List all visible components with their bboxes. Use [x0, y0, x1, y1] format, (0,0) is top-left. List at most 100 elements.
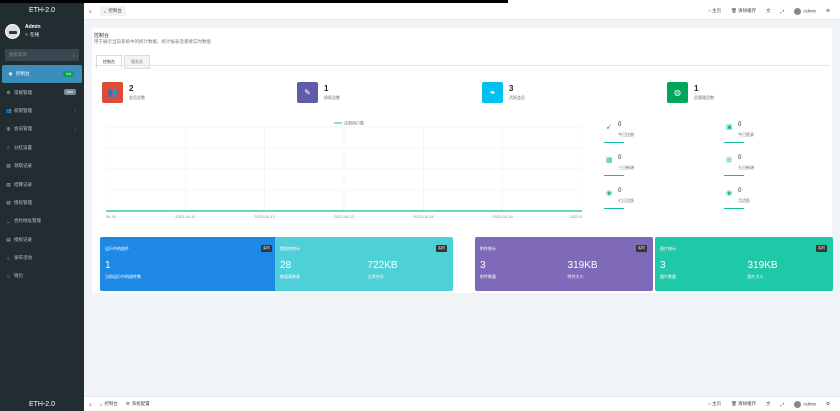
quick-stat-underline: [724, 208, 744, 209]
quick-stat-label: 今日登录: [738, 132, 754, 137]
fullscreen-icon[interactable]: ⤢: [781, 402, 785, 407]
registration-chart: 04-10 2023-04-11 2023-04-12 2023-04-13 2023-…: [106, 120, 582, 219]
search-input[interactable]: 搜索菜单 ⌕: [5, 49, 79, 61]
circle-icon: ○: [7, 145, 10, 151]
clear-cache-button[interactable]: 🗑 清除缓存: [731, 401, 756, 407]
search-placeholder: 搜索菜单: [9, 52, 27, 57]
settings-icon[interactable]: ⚙: [826, 8, 830, 14]
tab-dashboard[interactable]: ⌂ 控制台: [99, 6, 126, 16]
quick-stat-underline: [604, 208, 624, 209]
sidebar-footer-brand: ETH-2.0: [28, 401, 56, 408]
sidebar-item[interactable]: 👥 权限管理 ‹: [0, 102, 84, 120]
quick-stat: ▦ 0 三日新增: [602, 153, 702, 177]
sidebar: ETH-2.0 Admin 在线 搜索菜单 ⌕ ◉ 控制台 hot ⚙ 常规管理 new 👥 权…: [0, 3, 84, 399]
sidebar-item-label: 结算记录: [14, 181, 32, 187]
legend-label: 注册用户数: [344, 120, 364, 126]
card-value-secondary: 319KB: [747, 260, 778, 271]
stat-box: ✎ 1 授权总数: [297, 81, 340, 103]
sidebar-item-label: 合约地址管理: [14, 218, 41, 224]
sidebar-item[interactable]: ↔ 合约地址管理: [0, 212, 84, 230]
sidebar-item[interactable]: ▤ 结算记录: [0, 175, 84, 193]
sidebar-item[interactable]: ▤ 授权管理: [0, 194, 84, 212]
pen-icon: ✎: [297, 81, 318, 103]
user-icon: ◍: [667, 81, 688, 103]
stat-box: ◍ 1 总管理员数: [667, 81, 714, 103]
users-icon: 👥: [102, 81, 123, 103]
quick-stat-underline: [724, 175, 744, 176]
stat-card: 运行中的插件 实时 1 当前运行中的插件数: [100, 237, 278, 291]
tab-system-config[interactable]: ⚙ 系统配置: [126, 401, 150, 407]
quick-stat-value: 0: [738, 188, 742, 194]
fullscreen-icon[interactable]: ⤢: [781, 9, 785, 14]
sidebar-item[interactable]: ▤ 领取记录: [0, 157, 84, 175]
quick-stat-underline: [724, 142, 744, 143]
realtime-badge: 实时: [636, 245, 647, 252]
user-menu-label: Admin: [803, 8, 816, 14]
card-value: 3: [660, 260, 666, 271]
user-icon: ◍: [6, 126, 11, 132]
sidebar-item[interactable]: ○ 钱包: [0, 267, 84, 285]
sidebar-item-label: 授权记录: [14, 236, 32, 242]
card-label-secondary: 占用空间: [367, 274, 384, 279]
translate-icon[interactable]: 文: [766, 401, 771, 407]
home-link[interactable]: ⌂ 主页: [708, 401, 721, 407]
x-tick-label: 2023-0: [570, 214, 582, 219]
tab-console[interactable]: 控制台: [96, 55, 122, 69]
clear-cache-label: 清除缓存: [738, 8, 757, 13]
tab-dashboard[interactable]: ⌂ 控制台: [100, 401, 118, 407]
x-tick-label: 2023-04-13: [334, 214, 355, 219]
search-icon[interactable]: ⌕: [72, 53, 75, 58]
chevron-left-icon: ‹: [74, 108, 77, 114]
x-tick-label: 2023-04-12: [254, 214, 275, 219]
tab-dashboard-label: 控制台: [108, 8, 122, 13]
dashboard-icon: ◉: [8, 71, 13, 77]
user-menu[interactable]: Admin: [794, 7, 816, 15]
sidebar-item[interactable]: ▤ 授权记录: [0, 231, 84, 249]
home-link-label: 主页: [712, 8, 722, 13]
sidebar-item-label: 分红设置: [14, 144, 32, 150]
stat-label: 活跃会员: [509, 94, 525, 100]
translate-icon[interactable]: 文: [766, 8, 771, 14]
hamburger-icon[interactable]: ≡: [89, 9, 92, 14]
quick-stat-value: 0: [738, 122, 742, 128]
list-icon: ▤: [6, 199, 11, 205]
logo[interactable]: ETH-2.0: [0, 3, 84, 17]
sidebar-item[interactable]: ◍ 会员管理 ‹: [0, 120, 84, 138]
realtime-badge: 实时: [261, 245, 272, 252]
tab-related[interactable]: 相关文: [124, 55, 150, 69]
quick-stat: ◉ 0 七日活跃: [602, 186, 702, 210]
clear-cache-button[interactable]: 🗑 清除缓存: [731, 8, 756, 14]
home-icon: ⌂: [103, 8, 107, 14]
quick-stat-value: 0: [618, 122, 622, 128]
online-dot-icon: [25, 33, 28, 36]
quick-stat-value: 0: [738, 155, 742, 161]
quick-stat: ◉ 0 月活跃: [722, 186, 822, 210]
user-status: 在线: [25, 32, 41, 38]
quick-stat-value: 0: [618, 188, 622, 194]
stat-label: 会员总数: [129, 94, 145, 100]
settings-icon[interactable]: ⚙: [826, 401, 830, 407]
card-label: 当前运行中的插件数: [105, 274, 141, 279]
rocket-icon: ➹: [606, 124, 612, 131]
tab-dashboard-label: 控制台: [104, 401, 118, 406]
sidebar-item[interactable]: ○ 分红设置: [0, 139, 84, 157]
quick-stat-label: 七日活跃: [618, 198, 634, 203]
user-circle-icon: ◉: [726, 190, 733, 197]
home-icon: ⌂: [99, 401, 103, 407]
quick-stat-value: 0: [618, 155, 622, 161]
dashboard-panel: 控制台 用于展示当前系统中的统计数据、统计报表及重要实时数据 控制台 相关文 👥…: [92, 28, 833, 293]
chevron-left-icon: ‹: [74, 126, 77, 132]
home-link[interactable]: ⌂ 主页: [708, 8, 721, 14]
sidebar-item[interactable]: ○ 发布活动: [0, 249, 84, 267]
user-menu[interactable]: Admin: [794, 400, 816, 408]
sidebar-item[interactable]: ◉ 控制台 hot: [2, 65, 82, 84]
quick-stat: ▣ 0 今日登录: [722, 120, 822, 144]
sidebar-item[interactable]: ⚙ 常规管理 new: [0, 83, 84, 101]
leaf-icon: ❧: [482, 81, 503, 103]
stat-value: 1: [694, 83, 699, 93]
quick-stat-label: 三日新增: [618, 165, 634, 170]
card-label-secondary: 图片大小: [747, 274, 764, 279]
card-title: 附件统计: [480, 246, 496, 251]
clear-cache-label: 清除缓存: [738, 401, 757, 406]
hamburger-icon[interactable]: ≡: [89, 402, 92, 407]
